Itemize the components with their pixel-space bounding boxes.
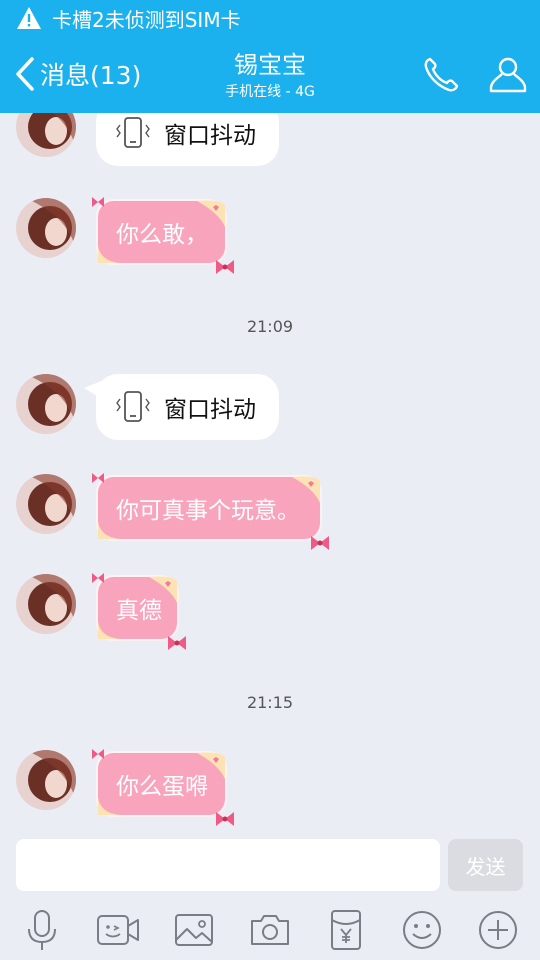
message-list[interactable]: 窗口抖动 你么敢， 21:09 窗口抖动 你可真事个玩意。 真德 21:15 你… xyxy=(0,113,540,830)
bow-decoration xyxy=(92,749,104,759)
message-bubble[interactable]: 真德 xyxy=(92,573,186,650)
bow-decoration xyxy=(311,536,329,550)
lace-corner-decoration xyxy=(197,200,225,227)
message-shake[interactable]: 窗口抖动 xyxy=(96,113,279,166)
back-button[interactable]: 消息(13) xyxy=(12,54,141,94)
contact-avatar[interactable] xyxy=(16,574,76,634)
timestamp: 21:15 xyxy=(246,693,294,712)
lace-corner-decoration xyxy=(98,621,120,639)
bow-decoration xyxy=(216,812,234,826)
bow-decoration xyxy=(92,197,104,207)
shake-text: 窗口抖动 xyxy=(164,397,256,423)
timestamp: 21:09 xyxy=(246,317,294,336)
send-button[interactable]: 发送 xyxy=(448,839,523,891)
shake-phone-icon xyxy=(116,117,150,148)
emoji-icon[interactable] xyxy=(400,908,444,952)
message-bubble[interactable]: 你么蛋嘚 xyxy=(92,749,234,826)
composer-bar: 发送 xyxy=(0,830,540,900)
camera-icon[interactable] xyxy=(248,908,292,952)
lace-corner-decoration xyxy=(149,576,177,603)
contact-avatar[interactable] xyxy=(16,750,76,810)
bow-decoration xyxy=(216,260,234,274)
status-bar: 卡槽2未侦测到SIM卡 xyxy=(0,0,540,36)
input-toolbar xyxy=(0,900,540,960)
chevron-left-icon xyxy=(16,57,34,91)
bubble-tail xyxy=(84,380,104,400)
contact-avatar[interactable] xyxy=(16,474,76,534)
red-packet-icon[interactable] xyxy=(324,908,368,952)
bow-decoration xyxy=(92,573,104,583)
message-bubble[interactable]: 你可真事个玩意。 xyxy=(92,473,329,550)
contact-avatar[interactable] xyxy=(16,198,76,258)
contact-profile-icon[interactable] xyxy=(488,54,528,96)
video-call-icon[interactable] xyxy=(96,908,140,952)
contact-title[interactable]: 锡宝宝 手机在线 - 4G xyxy=(170,50,370,102)
lace-corner-decoration xyxy=(197,752,225,779)
back-label: 消息(13) xyxy=(40,61,142,90)
bow-decoration xyxy=(168,636,186,650)
shake-text: 窗口抖动 xyxy=(164,123,256,149)
lace-corner-decoration xyxy=(98,521,120,539)
sim-warning-text: 卡槽2未侦测到SIM卡 xyxy=(52,7,241,32)
message-text: 你可真事个玩意。 xyxy=(116,498,300,524)
lace-corner-decoration xyxy=(98,797,120,815)
contact-avatar[interactable] xyxy=(16,374,76,434)
lace-corner-decoration xyxy=(292,476,320,503)
contact-avatar[interactable] xyxy=(16,113,76,157)
image-icon[interactable] xyxy=(172,908,216,952)
microphone-icon[interactable] xyxy=(20,908,64,952)
bow-decoration xyxy=(92,473,104,483)
shake-phone-icon xyxy=(116,391,150,422)
message-bubble[interactable]: 你么敢， xyxy=(92,197,234,274)
contact-status: 手机在线 - 4G xyxy=(225,84,315,100)
lace-corner-decoration xyxy=(98,245,120,263)
warning-icon xyxy=(17,7,41,29)
message-input[interactable] xyxy=(16,839,440,891)
contact-name: 锡宝宝 xyxy=(234,51,306,79)
message-shake[interactable]: 窗口抖动 xyxy=(84,374,279,440)
phone-call-icon[interactable] xyxy=(421,55,461,95)
plus-icon[interactable] xyxy=(476,908,520,952)
